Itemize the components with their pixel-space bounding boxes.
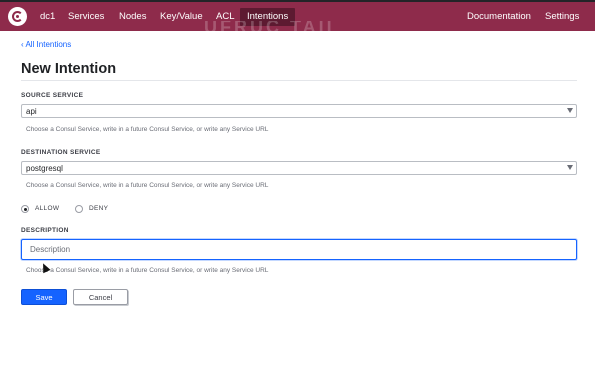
source-service-help: Choose a Consul Service, write in a futu… <box>26 126 269 133</box>
chevron-down-icon <box>567 165 573 170</box>
consul-logo-icon[interactable] <box>8 7 27 26</box>
nav-documentation[interactable]: Documentation <box>467 8 531 26</box>
allow-radio[interactable] <box>21 205 29 213</box>
save-button[interactable]: Save <box>21 289 67 305</box>
page-title: New Intention <box>21 61 117 77</box>
deny-radio[interactable] <box>75 205 83 213</box>
allow-radio-label[interactable]: ALLOW <box>35 205 59 212</box>
logo-dot <box>16 15 19 18</box>
description-label: DESCRIPTION <box>21 227 69 234</box>
destination-service-select[interactable]: postgresql <box>21 161 577 175</box>
datacenter-selector[interactable]: dc1 <box>40 8 55 26</box>
nav-services[interactable]: Services <box>68 8 104 26</box>
nav-nodes[interactable]: Nodes <box>119 8 146 26</box>
destination-service-value: postgresql <box>26 164 63 173</box>
deny-radio-label[interactable]: DENY <box>89 205 108 212</box>
title-divider <box>21 80 577 81</box>
top-navigation: dc1 Services Nodes Key/Value ACL Intenti… <box>0 0 595 33</box>
source-service-value: api <box>26 107 37 116</box>
nav-settings[interactable]: Settings <box>545 8 579 26</box>
description-input[interactable] <box>21 239 577 260</box>
nav-key-value[interactable]: Key/Value <box>160 8 203 26</box>
watermark-text: UFRUC TAII <box>204 21 335 33</box>
destination-service-label: DESTINATION SERVICE <box>21 149 101 156</box>
description-help: Choose a Consul Service, write in a futu… <box>26 267 269 274</box>
source-service-label: SOURCE SERVICE <box>21 92 84 99</box>
destination-service-help: Choose a Consul Service, write in a futu… <box>26 182 269 189</box>
cancel-button[interactable]: Cancel <box>73 289 128 305</box>
chevron-down-icon <box>567 108 573 113</box>
source-service-select[interactable]: api <box>21 104 577 118</box>
breadcrumb-all-intentions[interactable]: ‹ All Intentions <box>21 40 71 49</box>
